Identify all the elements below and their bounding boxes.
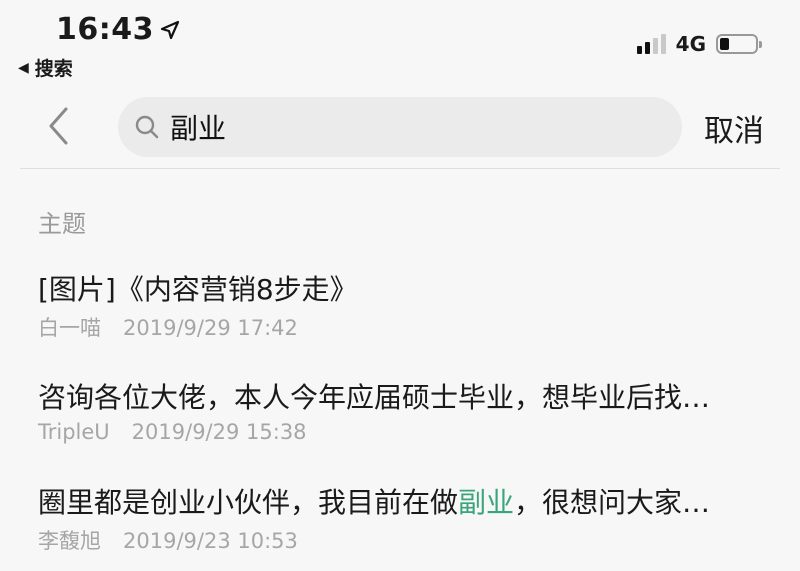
result-title: 圈里都是创业小伙伴，我目前在做副业，很想问大家…	[38, 485, 780, 521]
search-query-text: 副业	[170, 112, 227, 145]
search-icon	[135, 115, 159, 139]
back-triangle-icon: ◀	[18, 59, 29, 76]
location-arrow-icon	[160, 20, 180, 39]
result-author: 白一喵	[38, 316, 101, 340]
result-title: 咨询各位大佬，本人今年应届硕士毕业，想毕业后找…	[38, 381, 711, 414]
result-date: 2019/9/23 10:53	[123, 529, 298, 553]
back-to-app-button[interactable]: ◀ 搜索	[18, 54, 73, 81]
result-title-part: 圈里都是创业小伙伴，我目前在做	[38, 486, 459, 519]
result-author: 李馥旭	[38, 529, 101, 553]
section-title: 主题	[38, 210, 86, 238]
cancel-button[interactable]: 取消	[704, 106, 764, 150]
result-meta: TripleU 2019/9/29 15:38	[38, 420, 780, 444]
back-app-label: 搜索	[34, 58, 73, 80]
result-item[interactable]: 圈里都是创业小伙伴，我目前在做副业，很想问大家… 李馥旭 2019/9/23 10…	[38, 485, 780, 555]
result-meta: 白一喵 2019/9/29 17:42	[38, 312, 780, 342]
result-date: 2019/9/29 17:42	[123, 316, 298, 340]
result-author: TripleU	[38, 420, 110, 444]
result-item[interactable]: [图片]《内容营销8步走》 白一喵 2019/9/29 17:42	[38, 272, 780, 342]
result-meta: 李馥旭 2019/9/23 10:53	[38, 525, 780, 555]
result-title-part: ，很想问大家…	[514, 486, 711, 519]
back-button[interactable]	[40, 104, 76, 148]
header-divider	[20, 168, 780, 169]
status-indicators: 4G	[636, 32, 762, 56]
search-input[interactable]: 副业	[118, 97, 682, 157]
battery-icon	[716, 34, 762, 54]
chevron-left-icon	[49, 107, 68, 145]
result-item[interactable]: 咨询各位大佬，本人今年应届硕士毕业，想毕业后找… TripleU 2019/9/2…	[38, 380, 780, 444]
status-time: 16:43	[56, 12, 180, 47]
result-title-highlight: 副业	[458, 486, 515, 519]
time-label: 16:43	[56, 12, 154, 47]
result-date: 2019/9/29 15:38	[131, 420, 307, 444]
result-title: [图片]《内容营销8步走》	[38, 273, 358, 306]
network-type: 4G	[675, 32, 706, 56]
signal-icon	[636, 34, 666, 54]
